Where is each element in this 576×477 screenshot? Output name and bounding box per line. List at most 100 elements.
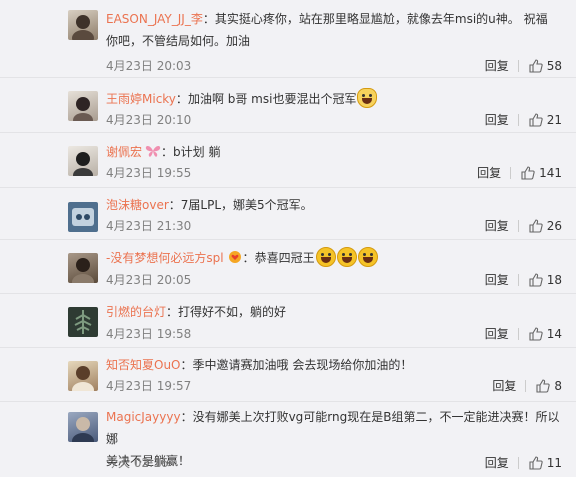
comment-author[interactable]: -没有梦想何必远方spl: [106, 251, 224, 265]
laugh-emoji-icon: [315, 247, 336, 267]
vip-heart-icon: [228, 251, 241, 263]
reply-button[interactable]: 回复: [492, 376, 516, 396]
thumbs-up-icon: [529, 219, 543, 233]
like-button[interactable]: 21: [528, 110, 562, 130]
comment-meta: 4月23日 21:30 回复 26: [106, 216, 562, 236]
comment-meta: 今天 02:16 回复 11: [106, 453, 562, 473]
comment-author[interactable]: EASON_JAY_JJ_李: [106, 12, 203, 26]
comment-author[interactable]: MagicJayyyy: [106, 410, 181, 424]
like-button[interactable]: 141: [520, 163, 562, 183]
divider: [517, 328, 519, 340]
comment-body: 知否知夏OuO：季中邀请赛加油哦 会去现场给你加油的！: [106, 358, 413, 372]
comment-meta: 4月23日 19:55 回复 141: [106, 163, 562, 183]
comment-item: 谢佩宏 ：b计划 躺 4月23日 19:55 回复 141: [0, 133, 576, 188]
avatar[interactable]: [68, 361, 98, 391]
comment-body: 引燃的台灯：打得好不如，躺的好: [106, 305, 287, 319]
thumbs-up-icon: [529, 456, 543, 470]
like-count: 8: [554, 379, 562, 393]
comment-body: 泡沫糖over：7届LPL，娜美5个冠军。: [106, 198, 313, 212]
thumbs-up-icon: [521, 166, 535, 180]
like-count: 14: [546, 327, 562, 341]
divider: [517, 274, 519, 286]
avatar[interactable]: [68, 202, 98, 232]
comment-body: -没有梦想何必远方spl ：恭喜四冠王: [106, 247, 562, 269]
comment-author[interactable]: 谢佩宏: [106, 145, 142, 159]
like-button[interactable]: 11: [528, 453, 562, 473]
like-button[interactable]: 8: [535, 376, 562, 396]
comment-body: 谢佩宏 ：b计划 躺: [106, 145, 221, 159]
comment-author[interactable]: 引燃的台灯: [106, 305, 166, 319]
comment-list: EASON_JAY_JJ_李：其实挺心疼你，站在那里略显尴尬，就像去年msi的u…: [0, 0, 576, 477]
comment-text: 恭喜四冠王: [254, 251, 315, 265]
comment-text: 其实挺心疼你，站在那里略显尴尬，就像去年msi的u神。 祝福: [214, 12, 548, 26]
divider: [525, 380, 527, 392]
reply-button[interactable]: 回复: [485, 110, 509, 130]
like-count: 18: [546, 273, 562, 287]
comment-text: 季中邀请赛加油哦 会去现场给你加油的！: [192, 358, 413, 372]
avatar[interactable]: [68, 412, 98, 442]
reply-button[interactable]: 回复: [485, 453, 509, 473]
like-button[interactable]: 14: [528, 324, 562, 344]
divider: [517, 220, 519, 232]
comment-item: -没有梦想何必远方spl ：恭喜四冠王 4月23日 20:05 回复 18: [0, 240, 576, 294]
avatar[interactable]: [68, 253, 98, 283]
vip-butterfly-icon: [145, 146, 161, 157]
divider: [517, 60, 519, 72]
comment-item: EASON_JAY_JJ_李：其实挺心疼你，站在那里略显尴尬，就像去年msi的u…: [0, 0, 576, 78]
thumbs-up-icon: [529, 59, 543, 73]
divider: [510, 167, 512, 179]
comment-meta: 4月23日 19:58 回复 14: [106, 324, 562, 344]
like-count: 26: [546, 219, 562, 233]
cat-emoji-icon: [357, 88, 378, 108]
comment-time: 4月23日 19:55: [106, 166, 192, 180]
comment-time: 4月23日 20:10: [106, 113, 192, 127]
thumbs-up-icon: [529, 327, 543, 341]
divider: [517, 114, 519, 126]
comment-text: b计划 躺: [173, 145, 221, 159]
avatar[interactable]: [68, 146, 98, 176]
comment-text: 7届LPL，娜美5个冠军。: [180, 198, 313, 212]
comment-meta: 4月23日 19:57 回复 8: [106, 376, 562, 396]
comment-time: 4月23日 21:30: [106, 219, 192, 233]
like-count: 21: [546, 113, 562, 127]
comment-meta: 4月23日 20:03 回复 58: [106, 56, 562, 76]
avatar[interactable]: [68, 307, 98, 337]
thumbs-up-icon: [529, 113, 543, 127]
comment-text: 打得好不如，躺的好: [178, 305, 287, 319]
avatar[interactable]: [68, 91, 98, 121]
comment-item: 王雨婷Micky：加油啊 b哥 msi也要混出个冠军 4月23日 20:10 回…: [0, 78, 576, 133]
avatar[interactable]: [68, 10, 98, 40]
thumbs-up-icon: [529, 273, 543, 287]
comment-meta: 4月23日 20:10 回复 21: [106, 110, 562, 130]
comment-time: 今天 02:16: [106, 456, 169, 470]
comment-time: 4月23日 20:05: [106, 273, 192, 287]
comment-meta: 4月23日 20:05 回复 18: [106, 270, 562, 290]
comment-time: 4月23日 19:57: [106, 379, 192, 393]
like-count: 58: [546, 59, 562, 73]
like-count: 141: [539, 166, 562, 180]
like-button[interactable]: 18: [528, 270, 562, 290]
comment-author[interactable]: 泡沫糖over: [106, 198, 169, 212]
comment-body: 王雨婷Micky：加油啊 b哥 msi也要混出个冠军: [106, 88, 562, 110]
thumbs-up-icon: [536, 379, 551, 393]
reply-button[interactable]: 回复: [477, 163, 501, 183]
comment-author[interactable]: 王雨婷Micky: [106, 92, 176, 106]
reply-button[interactable]: 回复: [485, 56, 509, 76]
reply-button[interactable]: 回复: [485, 270, 509, 290]
like-button[interactable]: 26: [528, 216, 562, 236]
comment-item: 知否知夏OuO：季中邀请赛加油哦 会去现场给你加油的！ 4月23日 19:57 …: [0, 348, 576, 402]
comment-author[interactable]: 知否知夏OuO: [106, 358, 181, 372]
reply-button[interactable]: 回复: [485, 324, 509, 344]
laugh-emoji-icon: [357, 247, 378, 267]
comment-item: 引燃的台灯：打得好不如，躺的好 4月23日 19:58 回复 14: [0, 294, 576, 348]
like-button[interactable]: 58: [528, 56, 562, 76]
comment-body: EASON_JAY_JJ_李：其实挺心疼你，站在那里略显尴尬，就像去年msi的u…: [106, 12, 548, 48]
reply-button[interactable]: 回复: [485, 216, 509, 236]
comment-time: 4月23日 19:58: [106, 327, 192, 341]
comment-item: 泡沫糖over：7届LPL，娜美5个冠军。 4月23日 21:30 回复 26: [0, 188, 576, 240]
comment-text-cont: 你吧，不管结局如何。加油: [106, 34, 251, 48]
divider: [517, 457, 519, 469]
like-count: 11: [546, 456, 562, 470]
laugh-emoji-icon: [336, 247, 357, 267]
comment-item: MagicJayyyy：没有娜美上次打败vg可能rng现在是B组第二，不一定能进…: [0, 402, 576, 477]
